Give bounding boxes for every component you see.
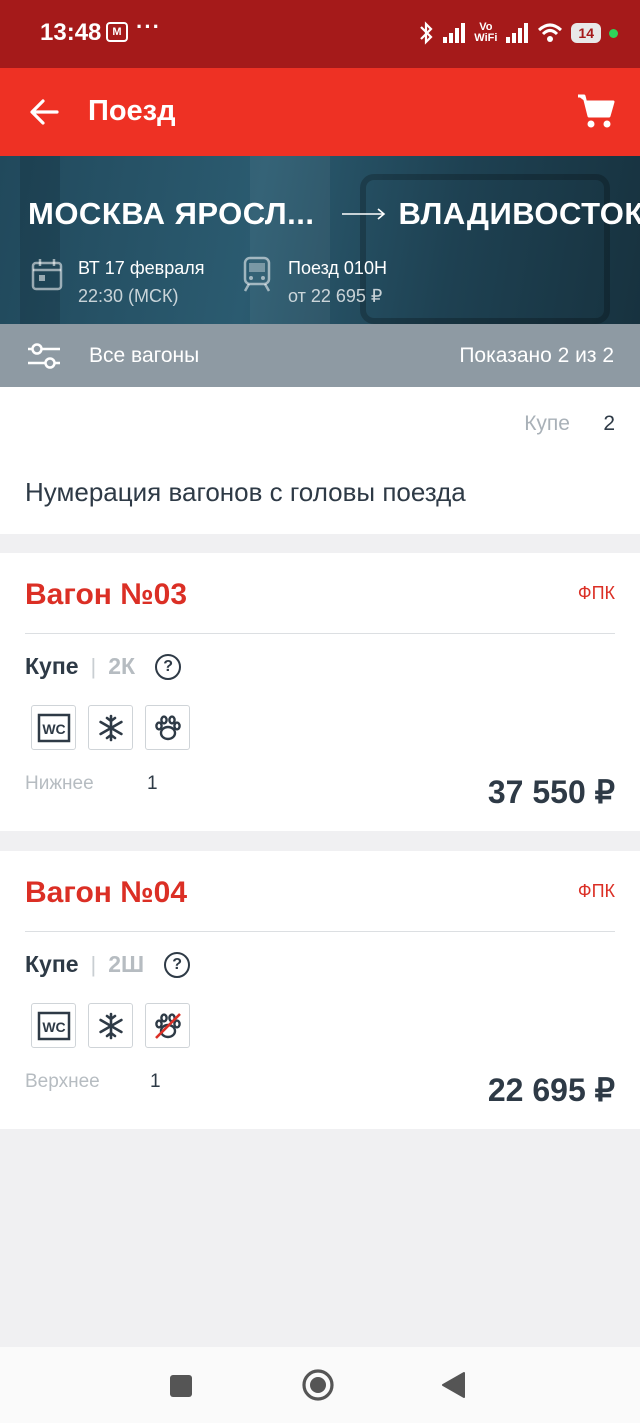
system-nav-bar xyxy=(0,1347,640,1423)
wifi-icon xyxy=(538,23,563,42)
car-filter-bar[interactable]: Все вагоны Показано 2 из 2 xyxy=(0,324,640,387)
route-title: МОСКВА ЯРОСЛ... ВЛАДИВОСТОК xyxy=(28,196,640,232)
car-price: 22 695 ₽ xyxy=(487,1072,615,1108)
triangle-back-icon xyxy=(442,1372,465,1398)
car-price: 37 550 ₽ xyxy=(487,774,615,810)
snowflake-icon xyxy=(88,1003,133,1048)
app-bar: Поезд xyxy=(0,68,640,156)
seat-type: Верхнее xyxy=(25,1071,100,1092)
status-bar: 13:48 M ··· Vo WiFi 14 xyxy=(0,0,640,68)
route-arrow-icon xyxy=(342,207,386,221)
wc-text: WC xyxy=(42,1019,65,1035)
back-nav-button[interactable] xyxy=(440,1371,466,1404)
calendar-icon xyxy=(31,259,63,291)
summary-car-count: 2 xyxy=(603,412,615,435)
departure-time: 22:30 (МСК) xyxy=(78,286,179,306)
divider xyxy=(25,633,615,634)
help-icon[interactable]: ? xyxy=(164,951,191,978)
car-card[interactable]: Вагон №03 ФПК Купе | 2К ? WC Нижнее 1 37… xyxy=(0,553,640,831)
car-class-row: Купе | 2К ? xyxy=(25,653,182,680)
departure-date: ВТ 17 февраля xyxy=(78,258,205,278)
car-title: Вагон №03 xyxy=(25,578,188,611)
filter-sliders-icon xyxy=(28,343,60,369)
pets-not-allowed-icon xyxy=(145,1003,190,1048)
car-summary: Купе 2 Нумерация вагонов с головы поезда xyxy=(0,387,640,534)
vowifi-icon: Vo WiFi xyxy=(474,22,497,44)
circle-icon xyxy=(302,1369,334,1401)
home-button[interactable] xyxy=(301,1368,335,1407)
back-button[interactable] xyxy=(22,92,66,132)
battery-indicator: 14 xyxy=(571,23,601,43)
departure-info: ВТ 17 февраля 22:30 (МСК) xyxy=(30,254,204,310)
car-type: Купе xyxy=(25,951,79,977)
car-service-class: 2К xyxy=(108,653,136,679)
train-icon xyxy=(243,256,271,292)
car-service-class: 2Ш xyxy=(108,951,145,977)
wc-text: WC xyxy=(42,721,65,737)
seat-count: 1 xyxy=(147,773,158,794)
car-carrier: ФПК xyxy=(577,881,615,901)
amenities-list: WC xyxy=(31,1003,190,1048)
train-info: Поезд 010Н от 22 695 ₽ xyxy=(240,254,387,310)
filter-label: Все вагоны xyxy=(89,344,200,367)
seat-type: Нижнее xyxy=(25,773,94,794)
car-title: Вагон №04 xyxy=(25,876,188,909)
wc-icon: WC xyxy=(31,705,76,750)
divider xyxy=(25,931,615,932)
page-title: Поезд xyxy=(88,95,176,127)
status-time: 13:48 xyxy=(40,19,102,46)
car-type: Купе xyxy=(25,653,79,679)
bluetooth-icon xyxy=(420,21,433,45)
cart-icon xyxy=(578,94,615,128)
car-class-row: Купе | 2Ш ? xyxy=(25,951,191,978)
numbering-note: Нумерация вагонов с головы поезда xyxy=(25,477,466,507)
car-card[interactable]: Вагон №04 ФПК Купе | 2Ш ? WC Верхнее 1 2… xyxy=(0,851,640,1129)
arrow-left-icon xyxy=(30,99,59,125)
separator: | xyxy=(90,653,97,679)
route-header: МОСКВА ЯРОСЛ... ВЛАДИВОСТОК ВТ 17 феврал… xyxy=(0,156,640,324)
help-icon[interactable]: ? xyxy=(155,653,182,680)
seat-count: 1 xyxy=(150,1071,161,1092)
privacy-dot-icon xyxy=(609,28,618,38)
summary-car-type: Купе xyxy=(524,412,570,435)
square-icon xyxy=(170,1375,192,1397)
status-icons: Vo WiFi 14 xyxy=(418,18,618,48)
amenities-list: WC xyxy=(31,705,190,750)
filter-count: Показано 2 из 2 xyxy=(459,344,614,367)
signal-icon xyxy=(443,23,466,43)
cart-button[interactable] xyxy=(576,92,618,132)
route-from: МОСКВА ЯРОСЛ... xyxy=(28,196,315,231)
vowifi-bottom: WiFi xyxy=(474,32,498,44)
wc-icon: WC xyxy=(31,1003,76,1048)
carrier-logo-icon: M xyxy=(106,22,128,42)
train-number: Поезд 010Н xyxy=(288,258,387,278)
snowflake-icon xyxy=(88,705,133,750)
signal-2-icon xyxy=(506,23,529,43)
separator: | xyxy=(90,951,97,977)
pets-allowed-icon xyxy=(145,705,190,750)
recents-button[interactable] xyxy=(169,1374,193,1403)
car-carrier: ФПК xyxy=(577,583,615,603)
train-min-price: от 22 695 ₽ xyxy=(288,286,383,306)
route-to: ВЛАДИВОСТОК xyxy=(398,196,640,231)
more-notifications-icon: ··· xyxy=(136,14,161,39)
